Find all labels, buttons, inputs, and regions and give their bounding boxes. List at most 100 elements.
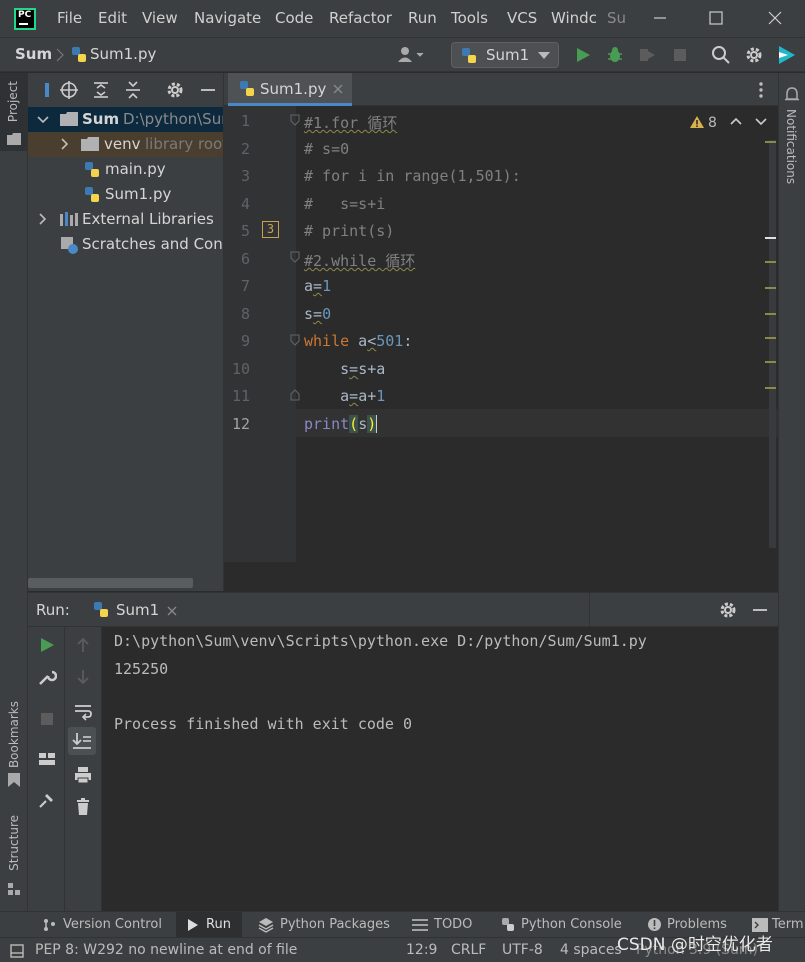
folder-icon <box>81 137 99 151</box>
minimize-icon[interactable] <box>650 8 670 28</box>
bookmark-icon[interactable] <box>8 773 20 787</box>
tab-run[interactable]: Run <box>206 917 231 932</box>
project-horizontal-scrollbar[interactable] <box>28 578 193 588</box>
tree-item-project-root[interactable]: Sum D:\python\Sum <box>28 107 223 132</box>
editor-scrollbar[interactable] <box>765 140 776 548</box>
structure-tab[interactable]: Structure <box>7 815 21 871</box>
divider <box>589 593 590 628</box>
run-icon <box>187 919 199 931</box>
project-tool-tab[interactable]: Project <box>0 73 27 151</box>
warnings-count[interactable]: 8 <box>708 115 717 131</box>
run-configuration-select[interactable]: Sum1 <box>451 42 559 68</box>
project-view-icon[interactable] <box>45 82 53 98</box>
menu-file[interactable]: File <box>57 9 82 27</box>
project-settings-gear-icon[interactable] <box>165 80 185 100</box>
tab-python-packages[interactable]: Python Packages <box>280 917 390 932</box>
structure-icon[interactable] <box>8 883 20 895</box>
close-window-icon[interactable] <box>765 8 785 28</box>
down-arrow-icon[interactable] <box>73 667 93 687</box>
debug-icon[interactable] <box>605 45 625 65</box>
line-separator[interactable]: CRLF <box>451 942 486 958</box>
up-arrow-icon[interactable] <box>73 635 93 655</box>
indent-setting[interactable]: 4 spaces <box>560 942 622 958</box>
search-icon[interactable] <box>711 45 731 65</box>
python-file-icon <box>83 186 101 204</box>
previous-highlight-icon[interactable] <box>730 117 742 125</box>
menu-navigate[interactable]: Navigate <box>194 9 261 27</box>
hide-run-panel-icon[interactable] <box>750 600 770 620</box>
tree-item-external-libraries[interactable]: External Libraries <box>28 207 223 232</box>
collapse-all-icon[interactable] <box>123 80 143 100</box>
close-tab-icon[interactable] <box>332 83 344 95</box>
line-number: 10 <box>231 360 250 378</box>
tree-item-sum1-py[interactable]: Sum1.py <box>28 182 223 207</box>
stop-icon[interactable] <box>670 45 690 65</box>
run-console[interactable]: D:\python\Sum\venv\Scripts\python.exe D:… <box>102 627 778 911</box>
notifications-bell-icon[interactable] <box>785 87 799 103</box>
bookmark-mnemonic[interactable]: 3 <box>262 221 279 238</box>
expand-all-icon[interactable] <box>91 80 111 100</box>
scroll-to-end-toggle[interactable] <box>68 727 96 755</box>
pin-icon[interactable] <box>37 790 57 810</box>
project-root-path: D:\python\Sum <box>123 110 223 128</box>
maximize-icon[interactable] <box>706 8 726 28</box>
layout-icon[interactable] <box>37 749 57 769</box>
chevron-right-icon <box>55 47 65 63</box>
next-highlight-icon[interactable] <box>755 118 767 126</box>
project-root-name: Sum <box>82 110 120 128</box>
close-run-tab-icon[interactable] <box>166 605 178 617</box>
coverage-icon[interactable] <box>637 45 657 65</box>
jetbrains-toolbox-icon[interactable] <box>776 44 798 66</box>
menu-run[interactable]: Run <box>408 9 437 27</box>
print-icon[interactable] <box>73 765 93 785</box>
code-line: print(s) <box>304 415 378 433</box>
tab-sum1-py[interactable]: Sum1.py <box>228 73 352 106</box>
warning-icon[interactable] <box>689 115 705 129</box>
breadcrumb-file[interactable]: Sum1.py <box>90 45 156 63</box>
settings-gear-icon[interactable] <box>744 45 764 65</box>
menu-edit[interactable]: Edit <box>98 9 127 27</box>
fold-icon[interactable] <box>290 114 300 126</box>
rerun-icon[interactable] <box>37 635 57 655</box>
menu-window[interactable]: Windc <box>551 9 596 27</box>
breadcrumb-project[interactable]: Sum <box>15 45 52 63</box>
line-number: 8 <box>240 305 250 323</box>
fold-icon[interactable] <box>290 251 300 263</box>
run-icon[interactable] <box>573 45 593 65</box>
stop-icon[interactable] <box>37 709 57 729</box>
tab-python-console[interactable]: Python Console <box>521 917 622 932</box>
status-message[interactable]: PEP 8: W292 no newline at end of file <box>35 942 297 958</box>
menu-tools[interactable]: Tools <box>451 9 488 27</box>
user-icon[interactable] <box>395 45 425 65</box>
folder-icon <box>7 133 21 145</box>
tree-item-scratches[interactable]: Scratches and Consoles <box>28 232 223 257</box>
menu-refactor[interactable]: Refactor <box>329 9 392 27</box>
edit-configuration-wrench-icon[interactable] <box>37 667 57 687</box>
fold-icon[interactable] <box>290 389 300 401</box>
menu-vcs[interactable]: VCS <box>507 9 537 27</box>
menu-view[interactable]: View <box>142 9 178 27</box>
run-tab-sum1[interactable]: Sum1 <box>116 601 159 619</box>
code-editor[interactable]: 1 2 3 4 5 6 7 8 9 10 11 12 3 #1.for 循环 #… <box>224 106 778 562</box>
tree-item-venv[interactable]: venv library root <box>28 132 224 157</box>
run-panel-label: Run: <box>36 601 70 619</box>
status-panel-icon[interactable] <box>10 944 24 958</box>
tab-todo[interactable]: TODO <box>434 917 472 932</box>
locate-file-icon[interactable] <box>59 80 79 100</box>
run-toolbar-secondary <box>65 627 102 911</box>
trash-icon[interactable] <box>73 797 93 817</box>
fold-icon[interactable] <box>290 334 300 346</box>
tab-terminal[interactable]: Term <box>772 917 804 932</box>
hide-panel-icon[interactable] <box>198 80 218 100</box>
caret-position[interactable]: 12:9 <box>406 942 437 958</box>
venv-hint: library root <box>145 135 224 153</box>
menu-code[interactable]: Code <box>275 9 313 27</box>
notifications-tab[interactable]: Notifications <box>784 109 798 184</box>
bookmarks-tab[interactable]: Bookmarks <box>7 701 21 768</box>
run-settings-gear-icon[interactable] <box>718 600 738 620</box>
file-encoding[interactable]: UTF-8 <box>502 942 543 958</box>
tab-version-control[interactable]: Version Control <box>63 917 162 932</box>
soft-wrap-icon[interactable] <box>73 701 93 721</box>
more-tabs-icon[interactable] <box>758 81 764 99</box>
tree-item-main-py[interactable]: main.py <box>28 157 223 182</box>
